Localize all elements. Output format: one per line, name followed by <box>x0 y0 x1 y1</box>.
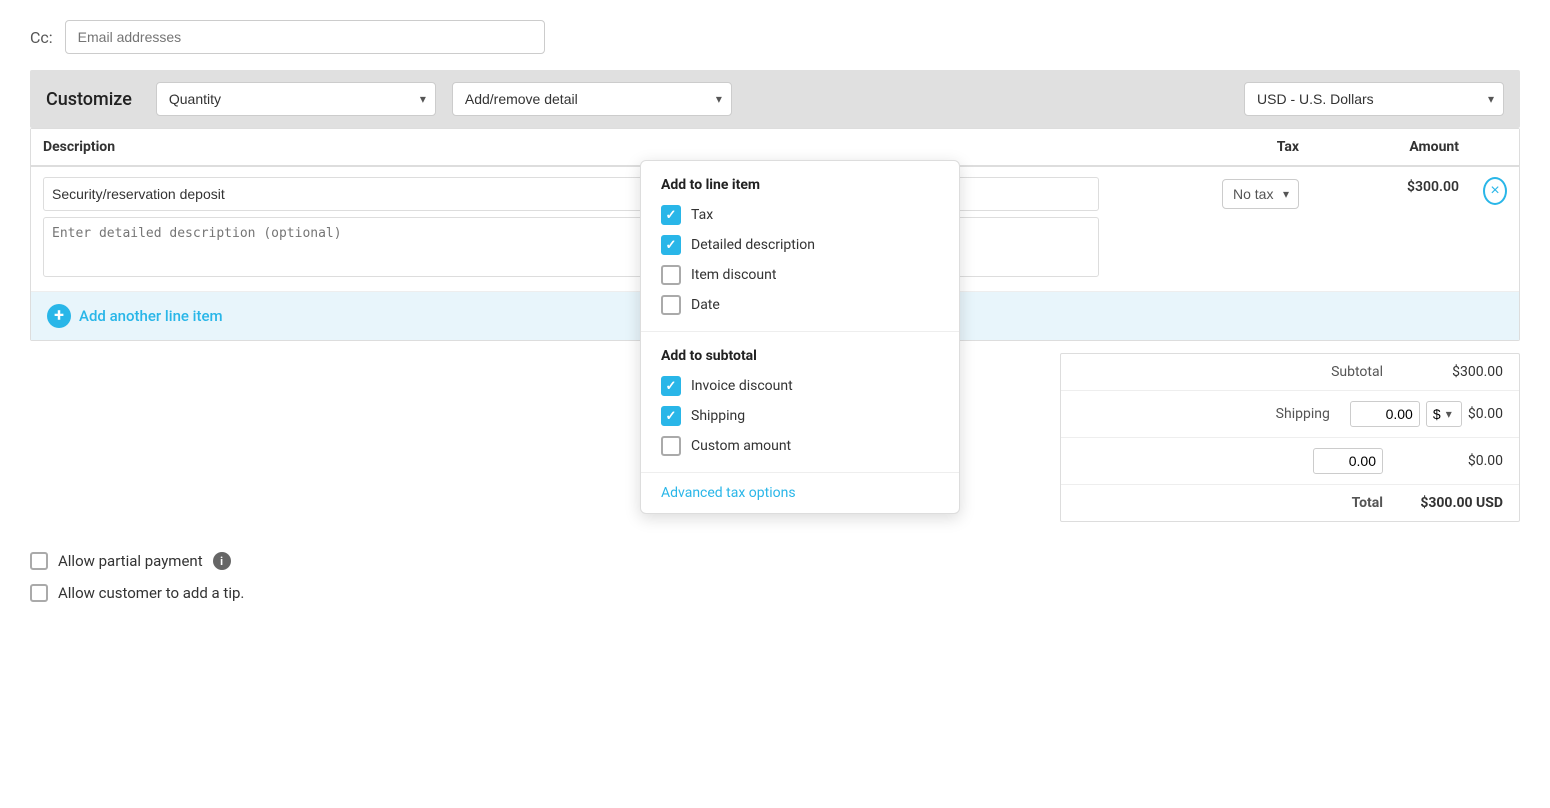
popup-checkbox-detailed-description[interactable] <box>661 235 681 255</box>
popup-item-invoice-discount[interactable]: Invoice discount <box>661 376 939 396</box>
total-value: $300.00 USD <box>1403 495 1503 511</box>
tax-total-label <box>1077 448 1403 474</box>
tax-header: Tax <box>1111 129 1311 165</box>
popup-checkbox-shipping[interactable] <box>661 406 681 426</box>
advanced-tax-link-section: Advanced tax options <box>641 472 959 513</box>
shipping-currency-dropdown[interactable]: $ <box>1426 401 1462 427</box>
tip-row: Allow customer to add a tip. <box>30 584 1520 602</box>
tax-total-row: $0.00 <box>1061 438 1519 485</box>
add-remove-dropdown-wrapper: Add/remove detail ▾ <box>452 82 732 116</box>
quantity-dropdown[interactable]: Quantity None <box>156 82 436 116</box>
no-tax-dropdown-wrapper: No tax ▾ <box>1222 179 1299 209</box>
popup-label-shipping: Shipping <box>691 408 745 424</box>
add-line-icon: + <box>47 304 71 328</box>
add-line-text: Add another line item <box>79 307 223 325</box>
popup-checkbox-custom-amount[interactable] <box>661 436 681 456</box>
cc-label: Cc: <box>30 28 53 47</box>
popup-label-detailed-description: Detailed description <box>691 237 815 253</box>
popup-item-date[interactable]: Date <box>661 295 939 315</box>
quantity-dropdown-wrapper: Quantity None ▾ <box>156 82 436 116</box>
partial-payment-checkbox[interactable] <box>30 552 48 570</box>
add-to-subtotal-title: Add to subtotal <box>661 348 939 364</box>
customize-bar: Customize Quantity None ▾ Add/remove det… <box>30 70 1520 128</box>
add-remove-dropdown[interactable]: Add/remove detail <box>452 82 732 116</box>
shipping-value: $ ▾ $0.00 <box>1350 401 1503 427</box>
currency-dropdown[interactable]: USD - U.S. Dollars EUR - Euro GBP - Brit… <box>1244 82 1504 116</box>
popup-label-custom-amount: Custom amount <box>691 438 791 454</box>
add-to-line-section: Add to line item Tax Detailed descriptio… <box>641 161 959 331</box>
add-to-subtotal-section: Add to subtotal Invoice discount Shippin… <box>641 331 959 472</box>
popup-checkbox-tax[interactable] <box>661 205 681 225</box>
popup-item-custom-amount[interactable]: Custom amount <box>661 436 939 456</box>
popup-label-item-discount: Item discount <box>691 267 776 283</box>
shipping-amount-input[interactable] <box>1350 401 1420 427</box>
popup-item-item-discount[interactable]: Item discount <box>661 265 939 285</box>
subtotal-value: $300.00 <box>1403 364 1503 380</box>
tax-total-value: $0.00 <box>1403 453 1503 469</box>
partial-payment-row: Allow partial payment i <box>30 552 1520 570</box>
popup-label-tax: Tax <box>691 207 713 223</box>
no-tax-dropdown[interactable]: No tax <box>1222 179 1299 209</box>
delete-cell: × <box>1471 167 1519 291</box>
popup-item-detailed-description[interactable]: Detailed description <box>661 235 939 255</box>
popup-item-shipping[interactable]: Shipping <box>661 406 939 426</box>
popup-label-date: Date <box>691 297 720 313</box>
shipping-label: Shipping <box>1077 406 1350 422</box>
advanced-tax-link[interactable]: Advanced tax options <box>661 485 796 501</box>
delete-header <box>1471 129 1519 165</box>
tax-amount-input[interactable] <box>1313 448 1383 474</box>
totals-section: Subtotal $300.00 Shipping $ ▾ <box>1060 353 1520 522</box>
cc-input[interactable] <box>65 20 545 54</box>
subtotal-label: Subtotal <box>1077 364 1403 380</box>
partial-payment-info-icon[interactable]: i <box>213 552 231 570</box>
close-icon: × <box>1490 182 1499 200</box>
tip-checkbox[interactable] <box>30 584 48 602</box>
popup-checkbox-item-discount[interactable] <box>661 265 681 285</box>
tip-label: Allow customer to add a tip. <box>58 584 244 602</box>
shipping-computed-value: $0.00 <box>1468 406 1503 422</box>
tax-cell: No tax ▾ <box>1111 167 1311 291</box>
partial-payment-label: Allow partial payment <box>58 552 203 570</box>
customize-label: Customize <box>46 89 132 110</box>
delete-button[interactable]: × <box>1483 177 1507 205</box>
amount-cell: $300.00 <box>1311 167 1471 291</box>
add-remove-dropdown-popup: Add to line item Tax Detailed descriptio… <box>640 160 960 514</box>
subtotal-row: Subtotal $300.00 <box>1061 354 1519 391</box>
popup-checkbox-date[interactable] <box>661 295 681 315</box>
total-label: Total <box>1077 495 1403 511</box>
shipping-row: Shipping $ ▾ $0.00 <box>1061 391 1519 438</box>
bottom-options: Allow partial payment i Allow customer t… <box>30 552 1520 602</box>
popup-item-tax[interactable]: Tax <box>661 205 939 225</box>
add-to-line-title: Add to line item <box>661 177 939 193</box>
popup-label-invoice-discount: Invoice discount <box>691 378 793 394</box>
popup-checkbox-invoice-discount[interactable] <box>661 376 681 396</box>
amount-header: Amount <box>1311 129 1471 165</box>
currency-dropdown-wrapper: USD - U.S. Dollars EUR - Euro GBP - Brit… <box>1244 82 1504 116</box>
cc-row: Cc: <box>30 20 1520 54</box>
total-row: Total $300.00 USD <box>1061 485 1519 521</box>
